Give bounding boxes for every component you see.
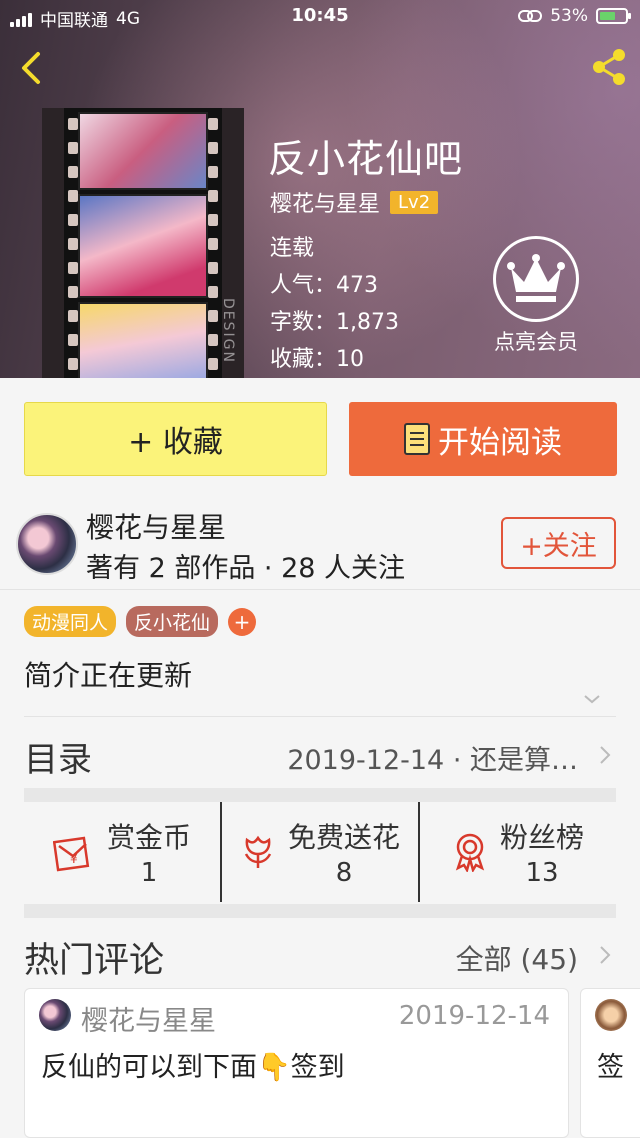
latest-chapter: 2019-12-14 · 还是算…	[287, 745, 578, 776]
status-bar: 中国联通 4G 10:45 53%	[0, 0, 640, 34]
book-stats: 连载 人气：473 字数：1,873 收藏：10	[270, 230, 399, 378]
book-cover[interactable]: DESIGN	[42, 108, 244, 378]
crown-icon	[507, 254, 565, 302]
word-count: 字数：1,873	[270, 310, 399, 335]
share-icon[interactable]	[588, 46, 630, 88]
favorites-count: 收藏：10	[270, 347, 364, 372]
divider	[24, 716, 616, 717]
member-label: 点亮会员	[494, 330, 578, 354]
book-icon	[404, 423, 430, 455]
favorite-button[interactable]: + 收藏	[24, 402, 327, 476]
follow-button[interactable]: +关注	[501, 517, 616, 569]
rewards-bar: ¥ 赏金币 1 免费送花 8 粉丝榜 13	[24, 802, 616, 902]
hot-comments-title: 热门评论	[24, 941, 165, 981]
cover-watermark: DESIGN	[220, 298, 236, 364]
popularity: 人气：473	[270, 273, 378, 298]
book-header: 中国联通 4G 10:45 53% DESIGN 反小花仙吧 樱花与星星 Lv2…	[0, 0, 640, 378]
comment-text: 反仙的可以到下面👇签到	[41, 1052, 345, 1083]
reward-value: 8	[335, 858, 353, 888]
all-comments-link[interactable]: 全部 (45)	[456, 938, 578, 978]
comment-user: 樱花与星星	[81, 1006, 216, 1037]
book-intro: 简介正在更新	[24, 659, 193, 692]
avatar	[595, 999, 627, 1031]
chevron-down-icon[interactable]	[582, 692, 602, 706]
add-tag-button[interactable]: +	[228, 607, 257, 636]
reward-fans[interactable]: 粉丝榜 13	[418, 802, 616, 902]
svg-text:¥: ¥	[70, 852, 78, 866]
flower-icon	[244, 835, 272, 868]
chevron-right-icon	[600, 746, 611, 764]
avatar[interactable]	[16, 513, 78, 575]
author-row: 樱花与星星 著有 2 部作品 · 28 人关注 +关注	[0, 498, 640, 590]
section-separator	[24, 788, 616, 802]
section-separator	[24, 904, 616, 918]
tag[interactable]: 动漫同人	[24, 606, 117, 637]
comment-text: 签	[597, 1052, 624, 1083]
author-name[interactable]: 樱花与星星	[86, 506, 226, 546]
back-icon[interactable]	[14, 48, 50, 88]
medal-icon	[455, 833, 485, 872]
reward-value: 1	[140, 858, 158, 888]
tag[interactable]: 反小花仙	[126, 606, 219, 637]
avatar	[39, 999, 71, 1031]
action-bar: + 收藏 开始阅读	[0, 378, 640, 488]
comment-card[interactable]: 樱花与星星 2019-12-14 反仙的可以到下面👇签到	[24, 988, 569, 1138]
serial-status: 连载	[270, 236, 315, 261]
book-author[interactable]: 樱花与星星	[270, 186, 380, 218]
book-title: 反小花仙吧	[268, 137, 464, 181]
battery-icon	[596, 8, 631, 24]
comment-date: 2019-12-14	[398, 1001, 550, 1031]
catalog-row[interactable]: 目录 2019-12-14 · 还是算…	[0, 718, 640, 788]
chevron-right-icon	[600, 946, 611, 964]
catalog-label: 目录	[24, 740, 92, 780]
reward-value: 13	[525, 858, 559, 888]
link-icon	[518, 10, 543, 22]
start-reading-button[interactable]: 开始阅读	[349, 402, 617, 476]
comment-card[interactable]: 签	[580, 988, 640, 1138]
reward-coins[interactable]: ¥ 赏金币 1	[24, 802, 220, 902]
level-badge: Lv2	[390, 190, 439, 214]
start-reading-label: 开始阅读	[438, 424, 562, 461]
reward-label: 粉丝榜	[499, 821, 584, 854]
reward-flowers[interactable]: 免费送花 8	[220, 802, 418, 902]
reward-label: 免费送花	[287, 821, 400, 854]
reward-label: 赏金币	[106, 821, 191, 854]
red-envelope-icon: ¥	[52, 836, 90, 872]
tag-list: 动漫同人 反小花仙 +	[24, 606, 257, 637]
member-button[interactable]: 点亮会员	[486, 236, 586, 356]
hot-comments-header: 热门评论 全部 (45)	[0, 920, 640, 981]
book-author-line: 樱花与星星 Lv2	[270, 186, 439, 218]
battery-percent: 53%	[550, 6, 588, 26]
author-meta: 著有 2 部作品 · 28 人关注	[86, 553, 406, 584]
